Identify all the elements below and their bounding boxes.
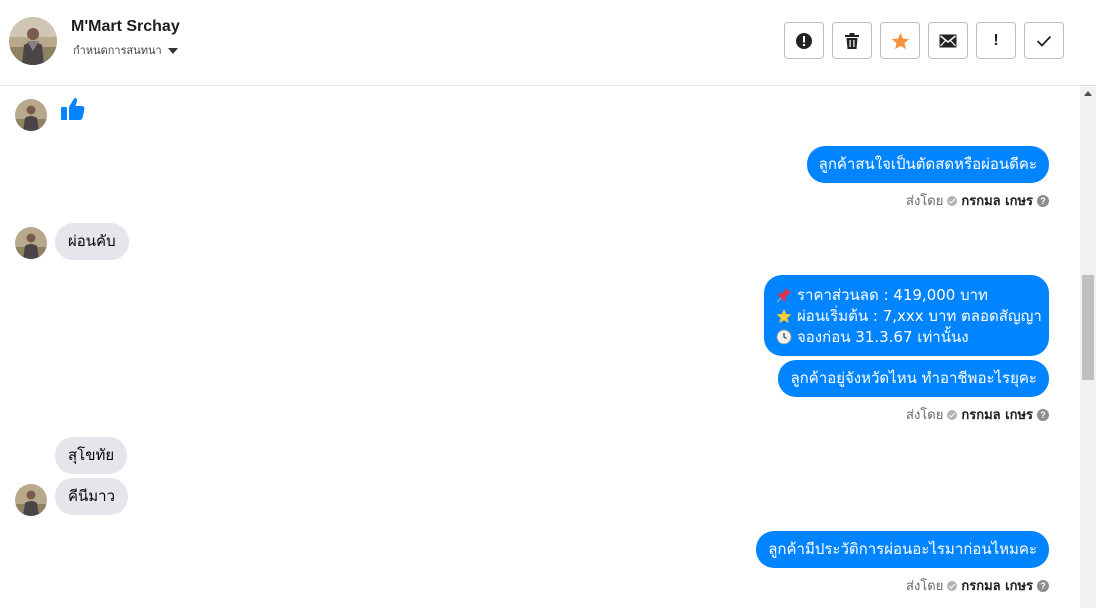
caret-down-icon xyxy=(167,47,178,54)
conversation-header: M'Mart Srchay กำหนดการสนทนา ! xyxy=(0,0,1096,86)
outgoing-message: ลูกค้ามีประวัติการผ่อนอะไรมาก่อนไหมคะ xyxy=(756,531,1049,568)
sent-check-icon xyxy=(947,580,958,591)
sent-by-prefix: ส่งโดย xyxy=(906,194,944,209)
scroll-up-arrow-icon[interactable] xyxy=(1084,91,1092,96)
incoming-message: สุโขทัย xyxy=(55,437,128,474)
outgoing-message: ลูกค้าอยู่จังหวัดไหน ทำอาชีพอะไรยุคะ xyxy=(778,360,1049,397)
message-thread: ลูกค้าสนใจเป็นตัดสดหรือผ่อนดีคะ ส่งโดย ก… xyxy=(0,87,1080,608)
sent-by-label: ส่งโดย กรกมล เกษร ? xyxy=(906,190,1049,211)
contact-avatar-small xyxy=(15,99,47,131)
sent-by-label: ส่งโดย กรกมล เกษร ? xyxy=(906,404,1049,425)
envelope-icon xyxy=(939,34,957,48)
thumbs-up-icon xyxy=(60,97,86,126)
checkmark-icon xyxy=(1036,35,1052,47)
thread-scrollbar[interactable] xyxy=(1080,87,1096,608)
sent-by-prefix: ส่งโดย xyxy=(906,408,944,423)
assign-conversation-dropdown[interactable]: กำหนดการสนทนา xyxy=(73,41,178,59)
alert-circle-icon xyxy=(795,32,813,50)
scrollbar-thumb[interactable] xyxy=(1082,275,1094,380)
star-icon xyxy=(891,32,910,50)
exclamation-icon: ! xyxy=(993,31,999,49)
outgoing-message-promo: ราคาส่วนลด : 419,000 บาท ผ่อนเริ่มต้น : … xyxy=(764,275,1049,356)
star-icon xyxy=(776,308,792,324)
sent-by-agent: กรกมล เกษร xyxy=(961,194,1033,209)
sent-check-icon xyxy=(947,195,958,206)
mark-unread-button[interactable] xyxy=(928,22,968,59)
contact-avatar[interactable] xyxy=(9,17,57,65)
outgoing-message: ลูกค้าสนใจเป็นตัดสดหรือผ่อนดีคะ xyxy=(806,146,1049,183)
conversation-actions: ! xyxy=(784,22,1064,59)
incoming-message: คีนีมาว xyxy=(55,478,129,515)
sent-by-agent: กรกมล เกษร xyxy=(961,408,1033,423)
sent-check-icon xyxy=(947,409,958,420)
contact-avatar-small xyxy=(15,227,47,259)
help-icon[interactable]: ? xyxy=(1037,194,1049,207)
sent-by-agent: กรกมล เกษร xyxy=(961,579,1033,594)
assign-conversation-label: กำหนดการสนทนา xyxy=(73,44,162,57)
clock-icon xyxy=(776,329,792,345)
thumbs-up-message xyxy=(60,96,86,126)
mark-important-button[interactable]: ! xyxy=(976,22,1016,59)
contact-avatar-small xyxy=(15,484,47,516)
trash-icon xyxy=(844,32,860,50)
sent-by-prefix: ส่งโดย xyxy=(906,579,944,594)
help-icon[interactable]: ? xyxy=(1037,408,1049,421)
pushpin-icon xyxy=(776,287,792,303)
star-button[interactable] xyxy=(880,22,920,59)
sent-by-label: ส่งโดย กรกมล เกษร ? xyxy=(906,575,1049,596)
mark-done-button[interactable] xyxy=(1024,22,1064,59)
incoming-message: ผ่อนคับ xyxy=(55,223,129,260)
report-spam-button[interactable] xyxy=(784,22,824,59)
contact-name: M'Mart Srchay xyxy=(71,18,180,35)
delete-button[interactable] xyxy=(832,22,872,59)
help-icon[interactable]: ? xyxy=(1037,579,1049,592)
promo-line: จองก่อน 31.3.67 เท่านั้นง xyxy=(797,327,969,346)
